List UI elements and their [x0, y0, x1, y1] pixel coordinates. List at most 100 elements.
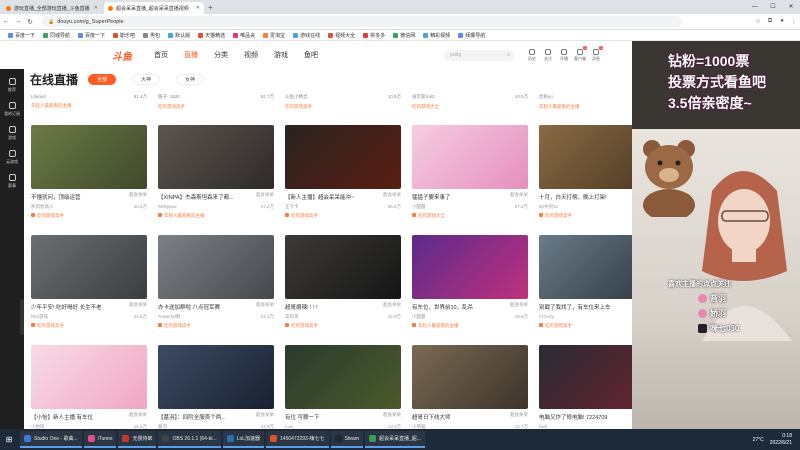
stream-thumbnail[interactable]: [412, 235, 528, 299]
taskbar-app[interactable]: Studio One - 歌曲...: [20, 431, 82, 448]
profile-icon[interactable]: ●: [776, 18, 788, 25]
new-tab-icon[interactable]: +: [208, 2, 213, 14]
bookmark-item[interactable]: 视频大全: [328, 32, 355, 39]
partial-card[interactable]: 张可爱Sol2 10.5万 吃鸡游戏大全: [412, 94, 528, 110]
streamer-name[interactable]: 小甜甜: [412, 314, 426, 320]
stream-title[interactable]: 办卡送加群啦 八点冠军赛: [158, 303, 246, 311]
stream-category[interactable]: 超会呆呆: [383, 192, 401, 198]
stream-thumbnail[interactable]: [158, 345, 274, 409]
stream-title[interactable]: 电脑又炸了修电脑! 7224709: [539, 413, 627, 421]
browser-tab[interactable]: 游玩直播_全部游玩直播_斗鱼直播 ✕: [2, 2, 102, 14]
stream-category[interactable]: 超会呆呆: [383, 412, 401, 418]
minimize-icon[interactable]: —: [746, 0, 764, 14]
taskbar-app[interactable]: 1450472293-嗨七七: [266, 431, 329, 448]
stream-category[interactable]: 超会呆呆: [256, 302, 274, 308]
bookmark-item[interactable]: 微信网: [393, 32, 415, 39]
stream-card[interactable]: 【新人主播】超会呆呆能冲~ 超会呆呆 王卡卡 36.6万 吃鸡游戏高手: [285, 125, 401, 227]
partial-card[interactable]: 狼子· 1520 52.7万 吃鸡游戏高手: [158, 94, 274, 110]
streamer-name[interactable]: Fzzerry: [539, 314, 554, 320]
stream-title[interactable]: 不懂就问，顶级运营: [31, 193, 119, 201]
maximize-icon[interactable]: ☐: [764, 0, 782, 14]
stream-thumbnail[interactable]: [285, 345, 401, 409]
streamer-name[interactable]: 小甜甜: [412, 204, 426, 210]
stream-card[interactable]: 不懂就问，顶级运营 超会呆呆 秋风愁煞人 40.5万 吃鸡游戏高手: [31, 125, 147, 227]
stream-category[interactable]: 超会呆呆: [256, 192, 274, 198]
close-icon[interactable]: ✕: [782, 0, 800, 14]
bookmark-item[interactable]: 男包: [143, 32, 160, 39]
extensions-icon[interactable]: ⧉: [764, 18, 776, 25]
stream-category[interactable]: 超会呆呆: [383, 302, 401, 308]
header-icon-item[interactable]: 客户端 1: [572, 45, 588, 62]
nav-item[interactable]: 直播: [184, 50, 198, 60]
taskbar-app[interactable]: OBS 26.1.1 (64-bi...: [158, 431, 221, 448]
stream-title[interactable]: 【XINPA】杰森斯坦森来了都...: [158, 193, 246, 201]
streamer-name[interactable]: Powerful明: [158, 314, 180, 320]
weather-text[interactable]: 27°C: [753, 437, 764, 443]
stream-category[interactable]: 超会呆呆: [510, 192, 528, 198]
stream-title[interactable]: 猛猛子要来事了: [412, 193, 500, 201]
bookmark-item[interactable]: 拜娜导航: [458, 32, 485, 39]
clock[interactable]: 0:18 2022/6/21: [770, 433, 792, 447]
taskbar-app[interactable]: Steam: [330, 431, 363, 448]
bookmark-item[interactable]: 精彩视频: [423, 32, 450, 39]
stream-thumbnail[interactable]: [285, 125, 401, 189]
stream-title[interactable]: 十月，白天打榜，晚上打架!: [539, 193, 627, 201]
stream-thumbnail[interactable]: [412, 125, 528, 189]
search-icon[interactable]: ⌕: [507, 50, 510, 61]
stream-category[interactable]: 超会呆呆: [510, 412, 528, 418]
header-icon-item[interactable]: 开播: [556, 48, 572, 62]
nav-item[interactable]: 游戏: [274, 50, 288, 60]
stream-title[interactable]: 别戳了我找了，有车位来上车: [539, 303, 627, 311]
filter-pill[interactable]: 女神: [176, 74, 205, 85]
stream-category[interactable]: 超会呆呆: [510, 302, 528, 308]
bookmark-item[interactable]: 天猫精选: [198, 32, 225, 39]
bookmark-item[interactable]: 同城导航: [43, 32, 70, 39]
stream-category[interactable]: 超会呆呆: [129, 192, 147, 198]
menu-icon[interactable]: ⋮: [788, 18, 800, 25]
streamer-name[interactable]: 王卡卡: [285, 204, 299, 210]
stream-card[interactable]: 少年平安! 吃好喝好 长生不老 超会呆呆 Dk0游戏 24.6万 吃鸡游戏高手: [31, 235, 147, 337]
bookmark-item[interactable]: 唯品会: [233, 32, 255, 39]
windows-start-icon[interactable]: ⊞: [0, 435, 18, 444]
stream-category[interactable]: 超会呆呆: [256, 412, 274, 418]
star-icon[interactable]: ☆: [752, 18, 764, 25]
reload-icon[interactable]: ↻: [24, 18, 36, 26]
stream-card[interactable]: 【XINPA】杰森斯坦森来了都... 超会呆呆 XINtypou 37.2万 年轻人最爱…: [158, 125, 274, 227]
taskbar-app[interactable]: 超会呆呆直播_超...: [364, 431, 425, 448]
stream-title[interactable]: 超哥摘辣! ! ! !: [285, 303, 373, 311]
stream-card[interactable]: 【墓羽】：四阶全服首个两...超会呆呆墓羽14.8万吃鸡游戏高手: [158, 345, 274, 429]
streamer-name[interactable]: Dk0游戏: [31, 314, 48, 320]
stream-thumbnail[interactable]: [31, 345, 147, 409]
back-icon[interactable]: ←: [0, 18, 12, 25]
stream-title[interactable]: 少年平安! 吃好喝好 长生不老: [31, 303, 119, 311]
filter-pill[interactable]: 大神: [132, 74, 161, 85]
bookmark-item[interactable]: 拼多多: [363, 32, 385, 39]
stream-thumbnail[interactable]: [158, 125, 274, 189]
partial-card[interactable]: 斗鱼小精灵 10.5万 吃鸡游戏高手: [285, 94, 401, 110]
bookmark-item[interactable]: 游戏在线: [293, 32, 320, 39]
filter-pill[interactable]: 全部: [88, 74, 117, 85]
stream-thumbnail[interactable]: [31, 235, 147, 299]
search-input[interactable]: pubg ⌕: [444, 49, 514, 61]
streamer-name[interactable]: Bo牛奶11: [539, 204, 558, 210]
sidebar-item[interactable]: 推荐: [0, 73, 24, 97]
stream-title[interactable]: 【小怡】新人主播 有车位: [31, 413, 119, 421]
header-icon-item[interactable]: 关注: [540, 48, 556, 62]
bookmark-item[interactable]: 默认版: [168, 32, 190, 39]
bookmark-item[interactable]: 爱淘宝: [263, 32, 285, 39]
bookmark-item[interactable]: 百度一下: [8, 32, 35, 39]
sidebar-item[interactable]: 我的订阅: [0, 97, 24, 121]
taskbar-app[interactable]: 无畏侍郎: [118, 431, 157, 448]
stream-category[interactable]: 超会呆呆: [129, 412, 147, 418]
stream-card[interactable]: 【小怡】新人主播 有车位超会呆呆小怡呀15.4万年轻人最爱看的主播: [31, 345, 147, 429]
stream-card[interactable]: 超哥摘辣! ! ! ! 超会呆呆 菜鸡哥 22.9万 吃鸡游戏高手: [285, 235, 401, 337]
streamer-name[interactable]: 秋风愁煞人: [31, 204, 54, 210]
stream-card[interactable]: 有东位，世界前10，乱杀 超会呆呆 小甜甜 18.6万 年轻人最爱看的主播: [412, 235, 528, 337]
taskbar-app[interactable]: iTunes: [83, 431, 117, 448]
forward-icon[interactable]: →: [12, 18, 24, 25]
stream-thumbnail[interactable]: [31, 125, 147, 189]
tab-close-icon[interactable]: ✕: [196, 5, 200, 11]
sidebar-item[interactable]: 云游戏: [0, 145, 24, 169]
stream-card[interactable]: 有位 可颤一下超会呆呆Luvi13.1万吃鸡游戏高手: [285, 345, 401, 429]
url-input[interactable]: 🔒 douyu.com/g_SuperPeople: [42, 16, 682, 27]
